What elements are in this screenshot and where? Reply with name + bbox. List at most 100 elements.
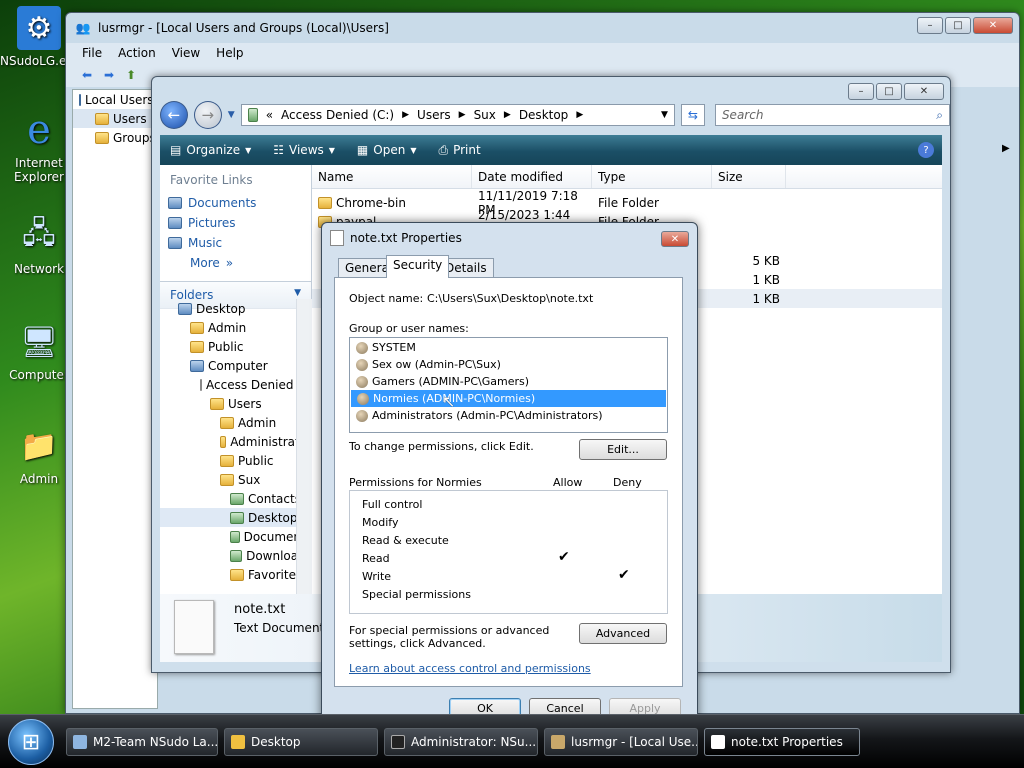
tree-groups[interactable]: Groups <box>73 128 157 147</box>
back-button[interactable]: ← <box>160 101 188 129</box>
menu-action[interactable]: Action <box>118 46 156 60</box>
column-date-modified[interactable]: Date modified <box>472 165 592 188</box>
taskbar-item-lusrmgr[interactable]: lusrmgr - [Local Use... <box>544 728 698 756</box>
taskbar-item-desktop[interactable]: Desktop <box>224 728 378 756</box>
column-name[interactable]: Name <box>312 165 472 188</box>
breadcrumb-desktop[interactable]: Desktop <box>519 108 569 122</box>
favorite-music[interactable]: Music <box>160 233 311 253</box>
address-dropdown-icon[interactable]: ▼ <box>661 110 668 120</box>
open-button[interactable]: ▦ Open ▼ <box>357 143 417 157</box>
list-item[interactable]: Sex ow (Admin-PC\Sux) <box>350 356 667 373</box>
minimize-button[interactable]: – <box>848 83 874 100</box>
minimize-button[interactable]: – <box>917 17 943 34</box>
file-type: File Folder <box>598 195 659 210</box>
permissions-header: Permissions for Normies <box>349 476 482 489</box>
tree-item-public-2[interactable]: Public <box>160 451 312 470</box>
views-button[interactable]: ☷ Views ▼ <box>273 143 335 157</box>
search-icon[interactable]: ⌕ <box>936 108 943 123</box>
up-folder-icon[interactable]: ⬆ <box>122 66 140 84</box>
close-button[interactable]: ✕ <box>904 83 944 100</box>
tree-item-users[interactable]: Users <box>160 394 312 413</box>
back-arrow-icon[interactable]: ⬅ <box>78 66 96 84</box>
chevron-right-icon[interactable]: ▶ <box>1002 143 1010 154</box>
learn-more-link[interactable]: Learn about access control and permissio… <box>349 662 591 675</box>
music-icon <box>168 237 182 249</box>
tree-item-computer[interactable]: Computer <box>160 356 312 375</box>
column-size[interactable]: Size <box>712 165 786 188</box>
maximize-button[interactable]: □ <box>876 83 902 100</box>
tab-security[interactable]: Security <box>386 255 450 278</box>
advanced-button[interactable]: Advanced <box>579 623 667 644</box>
dialog-titlebar[interactable]: note.txt Properties <box>322 223 697 253</box>
favorite-more[interactable]: More » <box>160 253 311 273</box>
window-controls: – □ ✕ <box>917 17 1013 34</box>
edit-button[interactable]: Edit... <box>579 439 667 460</box>
list-item[interactable]: Gamers (ADMIN-PC\Gamers) <box>350 373 667 390</box>
menu-help[interactable]: Help <box>216 46 243 60</box>
search-input[interactable]: Search ⌕ <box>714 104 950 126</box>
breadcrumb-drive[interactable]: Access Denied (C:) <box>281 108 394 122</box>
forward-button[interactable]: → <box>193 101 222 129</box>
chevron-down-icon[interactable]: ▼ <box>228 110 235 120</box>
tree-item-public[interactable]: Public <box>160 337 312 356</box>
tree-item-contacts[interactable]: Contacts <box>160 489 312 508</box>
list-item-selected[interactable]: Normies (ADMIN-PC\Normies) <box>351 390 666 407</box>
favorite-documents[interactable]: Documents <box>160 193 311 213</box>
folder-icon <box>318 196 332 209</box>
forward-arrow-icon[interactable]: ➡ <box>100 66 118 84</box>
breadcrumb-separator-icon[interactable]: ▶ <box>402 110 409 120</box>
breadcrumb-overflow[interactable]: « <box>266 108 273 122</box>
print-button[interactable]: ⎙ Print <box>438 143 480 158</box>
file-size: 5 KB <box>752 253 780 268</box>
taskbar-item-nsudo[interactable]: M2-Team NSudo La... <box>66 728 218 756</box>
breadcrumb-separator-icon[interactable]: ▶ <box>504 110 511 120</box>
lusrmgr-tree: Local Users and Groups (Local) Users Gro… <box>72 89 271 709</box>
tree-item-downloads[interactable]: Downloads <box>160 546 312 565</box>
tree-label: Favorites <box>248 567 303 582</box>
address-bar[interactable]: « Access Denied (C:) ▶ Users ▶ Sux ▶ Des… <box>240 104 675 126</box>
organize-button[interactable]: ▤ Organize ▼ <box>170 143 251 157</box>
file-name: Chrome-bin <box>336 195 406 210</box>
start-button[interactable]: ⊞ <box>8 719 54 765</box>
tree-item-admin-2[interactable]: Admin <box>160 413 312 432</box>
menu-view[interactable]: View <box>172 46 200 60</box>
user-group-icon <box>356 409 368 422</box>
breadcrumb-users[interactable]: Users <box>417 108 451 122</box>
file-row[interactable]: Chrome-bin 11/11/2019 7:18 PM File Folde… <box>312 189 942 217</box>
column-type[interactable]: Type <box>592 165 712 188</box>
tree-item-drive[interactable]: Access Denied (C:) <box>160 375 312 394</box>
list-item[interactable]: SYSTEM <box>350 339 667 356</box>
maximize-button[interactable]: □ <box>945 17 971 34</box>
taskbar-item-properties[interactable]: note.txt Properties <box>704 728 860 756</box>
list-item[interactable]: Administrators (Admin-PC\Administrators) <box>350 407 667 424</box>
menu-file[interactable]: File <box>82 46 102 60</box>
chevron-down-icon: ▼ <box>328 145 335 155</box>
breadcrumb-separator-icon[interactable]: ▶ <box>576 110 583 120</box>
breadcrumb-sux[interactable]: Sux <box>474 108 496 122</box>
tree-item-desktop[interactable]: Desktop <box>160 299 312 318</box>
tree-scrollbar[interactable] <box>296 299 312 594</box>
close-button[interactable]: ✕ <box>973 17 1013 34</box>
tree-users[interactable]: Users <box>73 109 157 128</box>
favorite-label: Pictures <box>188 216 236 230</box>
tree-item-favorites[interactable]: Favorites <box>160 565 312 584</box>
favorites-folder-icon <box>230 568 244 581</box>
refresh-button[interactable]: ⇆ <box>680 104 705 126</box>
tree-item-administrator[interactable]: Administrator <box>160 432 312 451</box>
lusrmgr-titlebar[interactable]: 👥 lusrmgr - [Local Users and Groups (Loc… <box>66 13 1019 43</box>
favorite-pictures[interactable]: Pictures <box>160 213 311 233</box>
tree-item-documents[interactable]: Documents <box>160 527 312 546</box>
tree-item-admin[interactable]: Admin <box>160 318 312 337</box>
tree-item-sux[interactable]: Sux <box>160 470 312 489</box>
list-item-label: Administrators (Admin-PC\Administrators) <box>372 409 603 422</box>
close-button[interactable]: ✕ <box>661 231 689 247</box>
taskbar-item-cmd[interactable]: Administrator: NSu... <box>384 728 538 756</box>
tree-root[interactable]: Local Users and Groups (Local) <box>73 90 271 109</box>
tree-label: Computer <box>208 358 268 373</box>
special-permissions-text: For special permissions or advanced sett… <box>349 624 550 650</box>
permission-modify: Modify <box>362 516 399 529</box>
breadcrumb-separator-icon[interactable]: ▶ <box>459 110 466 120</box>
tree-item-desktop-selected[interactable]: Desktop <box>160 508 312 527</box>
help-icon[interactable]: ? <box>918 142 934 158</box>
user-list: SYSTEM Sex ow (Admin-PC\Sux) Gamers (ADM… <box>349 337 668 433</box>
